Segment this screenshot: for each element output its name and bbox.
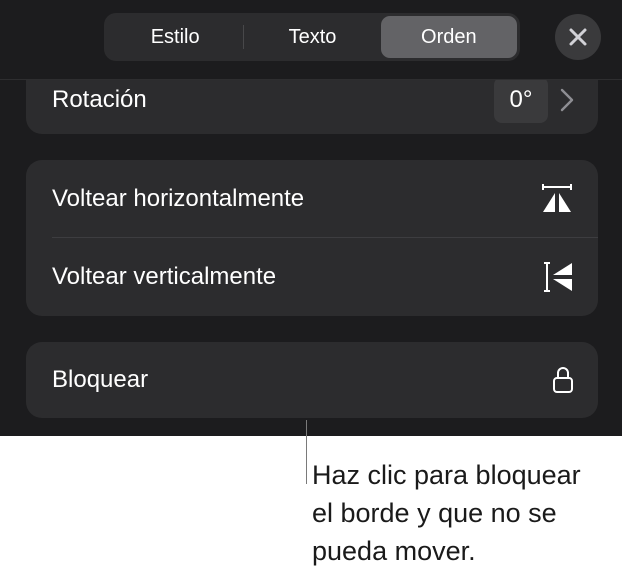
tab-orden[interactable]: Orden bbox=[380, 16, 517, 58]
lock-label: Bloquear bbox=[52, 366, 149, 393]
rotation-value[interactable]: 0° bbox=[494, 77, 548, 123]
tab-texto[interactable]: Texto bbox=[244, 16, 380, 58]
callout-text: Haz clic para bloquear el borde y que no… bbox=[312, 460, 581, 566]
flip-group: Voltear horizontalmente Voltear vertical… bbox=[26, 160, 598, 316]
close-button[interactable] bbox=[555, 14, 601, 60]
lock-icon bbox=[552, 366, 574, 394]
lock-row[interactable]: Bloquear bbox=[26, 342, 598, 418]
rotation-label: Rotación bbox=[52, 86, 147, 113]
flip-vertical-row[interactable]: Voltear verticalmente bbox=[26, 238, 598, 316]
panel-header: Estilo Texto Orden bbox=[0, 0, 622, 80]
lock-group: Bloquear bbox=[26, 342, 598, 418]
close-icon bbox=[568, 27, 588, 47]
chevron-right-icon bbox=[560, 88, 574, 112]
arrange-panel: Rotación 0° Voltear horizontalmente Volt… bbox=[0, 0, 622, 436]
flip-horizontal-label: Voltear horizontalmente bbox=[52, 185, 305, 212]
flip-horizontal-icon bbox=[540, 184, 574, 214]
tab-estilo[interactable]: Estilo bbox=[107, 16, 243, 58]
tab-bar: Estilo Texto Orden bbox=[104, 13, 520, 61]
callout-line bbox=[306, 420, 307, 484]
flip-vertical-icon bbox=[544, 260, 574, 294]
flip-horizontal-row[interactable]: Voltear horizontalmente bbox=[26, 160, 598, 238]
flip-vertical-label: Voltear verticalmente bbox=[52, 263, 277, 290]
